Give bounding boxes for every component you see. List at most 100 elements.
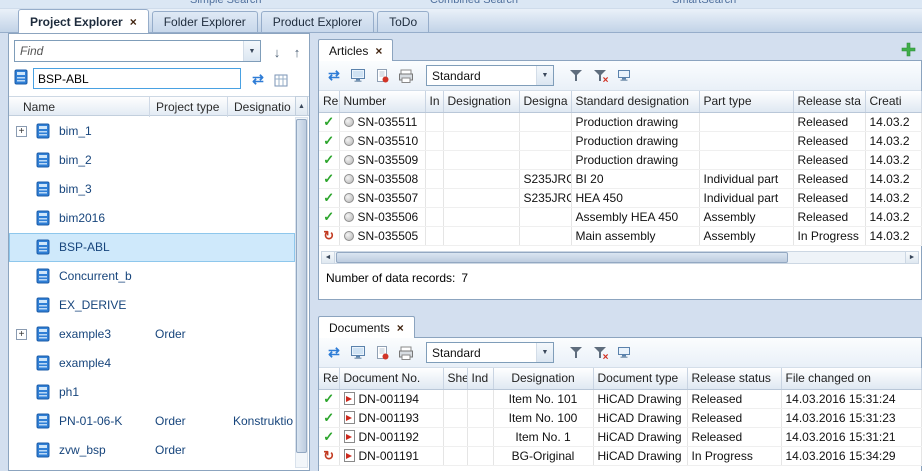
tree-item-zvw-bsp[interactable]: zvw_bsp Order (9, 436, 295, 465)
combo-dropdown-button[interactable]: ▼ (243, 41, 260, 61)
column-header-designation[interactable]: Designation (493, 368, 593, 389)
tree-item-bim-1[interactable]: + bim_1 (9, 117, 295, 146)
article-row[interactable]: ↻ SN-035505 Main assembly Assembly In Pr… (319, 226, 921, 245)
in-progress-status-icon: ↻ (323, 448, 334, 463)
scroll-right-button[interactable]: ► (905, 252, 918, 263)
articles-hscrollbar[interactable]: ◄ ► (321, 251, 919, 264)
preview-icon[interactable] (348, 66, 368, 86)
export-icon[interactable] (372, 66, 392, 86)
filter-settings-icon[interactable] (614, 343, 634, 363)
hscrollbar-thumb[interactable] (336, 252, 788, 263)
document-row[interactable]: ✓ DN-001193 Item No. 100 HiCAD Drawing R… (319, 408, 921, 427)
clear-filter-icon[interactable]: × (590, 66, 610, 86)
column-header-part-type[interactable]: Part type (699, 91, 793, 112)
tree-item-ex-derive[interactable]: EX_DERIVE (9, 291, 295, 320)
find-input[interactable] (15, 41, 243, 61)
ribbon-smartsearch[interactable]: SmartSearch (672, 0, 736, 6)
tab-folder-explorer[interactable]: Folder Explorer (152, 11, 258, 32)
article-row[interactable]: ✓ SN-035509 Production drawing Released … (319, 150, 921, 169)
article-row[interactable]: ✓ SN-035511 Production drawing Released … (319, 112, 921, 131)
close-icon[interactable]: × (397, 322, 404, 334)
column-header-designation[interactable]: Designation (443, 91, 519, 112)
column-header-number[interactable]: Number (339, 91, 425, 112)
project-icon (36, 297, 50, 313)
tree-item-ph1[interactable]: ph1 (9, 378, 295, 407)
sort-descending-icon[interactable]: ↓ (268, 43, 286, 61)
tree-item-example3[interactable]: + example3 Order (9, 320, 295, 349)
combo-dropdown-button[interactable]: ▼ (536, 343, 553, 362)
combo-dropdown-button[interactable]: ▼ (536, 66, 553, 85)
project-icon (36, 326, 50, 342)
column-header-re[interactable]: Re (319, 368, 339, 389)
tree-scrollbar-thumb[interactable] (296, 119, 307, 453)
tree-item-bim2016[interactable]: bim2016 (9, 204, 295, 233)
close-icon[interactable]: × (130, 16, 137, 28)
column-header-release-status[interactable]: Release status (687, 368, 781, 389)
scroll-left-button[interactable]: ◄ (322, 252, 335, 263)
tree-item-concurrent-b[interactable]: Concurrent_b (9, 262, 295, 291)
clear-filter-icon[interactable]: × (590, 343, 610, 363)
column-settings-icon[interactable] (272, 71, 290, 89)
print-icon[interactable] (396, 66, 416, 86)
drawing-file-icon (344, 411, 355, 424)
sort-ascending-icon[interactable]: ↑ (288, 43, 306, 61)
scroll-up-button[interactable]: ▲ (295, 96, 308, 116)
tree-item-example4[interactable]: example4 (9, 349, 295, 378)
tab-documents[interactable]: Documents × (318, 316, 415, 338)
document-row[interactable]: ✓ DN-001192 Item No. 1 HiCAD Drawing Rel… (319, 427, 921, 446)
tab-todo[interactable]: ToDo (377, 11, 429, 32)
preview-icon[interactable] (348, 343, 368, 363)
add-article-button[interactable] (900, 41, 917, 58)
released-status-icon: ✓ (323, 114, 334, 129)
refresh-icon[interactable]: ⇄ (249, 70, 267, 88)
drawing-file-icon (344, 392, 355, 405)
refresh-icon[interactable]: ⇄ (324, 343, 344, 363)
filter-icon[interactable] (566, 343, 586, 363)
column-header-index[interactable]: Ind (467, 368, 493, 389)
search-input[interactable] (33, 68, 241, 89)
expand-icon[interactable]: + (16, 329, 27, 340)
column-header-in[interactable]: In (425, 91, 443, 112)
articles-toolbar: ⇄ Standard ▼ × (319, 61, 921, 91)
tree-item-bim-2[interactable]: bim_2 (9, 146, 295, 175)
column-header-standard-designation[interactable]: Standard designation (571, 91, 699, 112)
column-header-name[interactable]: Name (23, 97, 55, 117)
tree-item-bim-3[interactable]: bim_3 (9, 175, 295, 204)
tab-project-explorer[interactable]: Project Explorer × (18, 9, 149, 33)
document-row[interactable]: ↻ DN-001191 BG-Original HiCAD Drawing In… (319, 446, 921, 465)
article-row[interactable]: ✓ SN-035508 S235JRG2 BI 20 Individual pa… (319, 169, 921, 188)
export-icon[interactable] (372, 343, 392, 363)
tab-articles[interactable]: Articles × (318, 39, 393, 61)
article-row[interactable]: ✓ SN-035506 Assembly HEA 450 Assembly Re… (319, 207, 921, 226)
expand-icon[interactable]: + (16, 126, 27, 137)
print-icon[interactable] (396, 343, 416, 363)
article-row[interactable]: ✓ SN-035507 S235JRG2 HEA 450 Individual … (319, 188, 921, 207)
tab-product-explorer[interactable]: Product Explorer (261, 11, 374, 32)
ribbon-combined-search[interactable]: Combined Search (430, 0, 518, 6)
tree-scrollbar[interactable] (295, 117, 308, 468)
tree-item-pn-01-06-k[interactable]: PN-01-06-K Order Konstruktion (9, 407, 295, 436)
article-row[interactable]: ✓ SN-035510 Production drawing Released … (319, 131, 921, 150)
refresh-icon[interactable]: ⇄ (324, 66, 344, 86)
column-header-sheet[interactable]: She (443, 368, 467, 389)
ribbon-simple-search[interactable]: Simple Search (190, 0, 262, 6)
project-icon (36, 268, 50, 284)
column-header-file-changed[interactable]: File changed on (781, 368, 921, 389)
column-header-creation[interactable]: Creati (865, 91, 921, 112)
tree-item-bsp-abl-selected[interactable]: BSP-ABL (9, 233, 295, 262)
find-combobox[interactable]: ▼ (14, 40, 261, 62)
in-progress-status-icon: ↻ (323, 228, 334, 243)
view-combobox[interactable]: Standard ▼ (426, 65, 554, 86)
column-header-designa[interactable]: Designa (519, 91, 571, 112)
column-header-document-type[interactable]: Document type (593, 368, 687, 389)
column-header-project-type[interactable]: Project type (149, 97, 219, 117)
close-icon[interactable]: × (375, 45, 382, 57)
view-combobox[interactable]: Standard ▼ (426, 342, 554, 363)
filter-settings-icon[interactable] (614, 66, 634, 86)
column-header-designation[interactable]: Designatio (227, 97, 291, 117)
document-row[interactable]: ✓ DN-001194 Item No. 101 HiCAD Drawing R… (319, 389, 921, 408)
filter-icon[interactable] (566, 66, 586, 86)
column-header-re[interactable]: Re (319, 91, 339, 112)
column-header-release-status[interactable]: Release sta (793, 91, 865, 112)
column-header-document-no[interactable]: Document No. (339, 368, 443, 389)
